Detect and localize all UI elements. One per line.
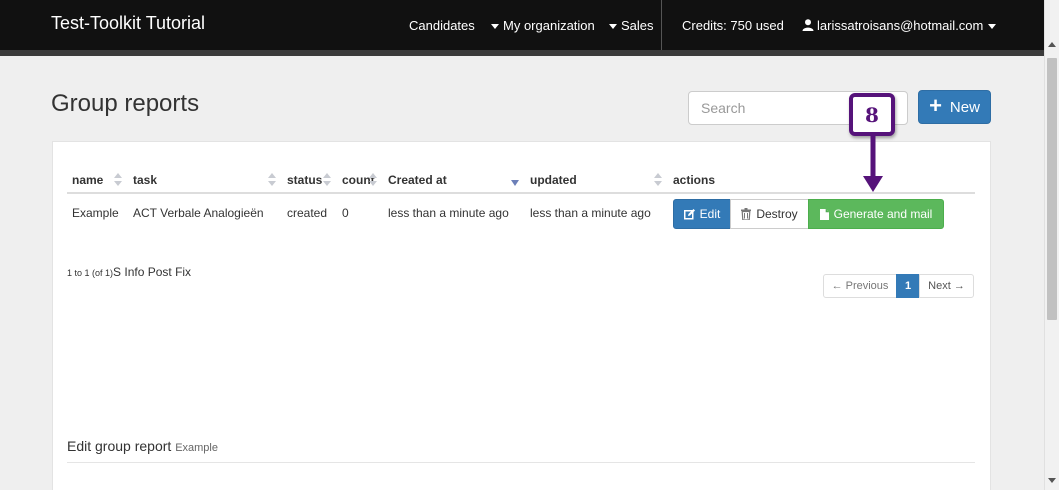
sort-icon[interactable]	[114, 173, 122, 187]
navbar-shadow	[0, 50, 1044, 56]
column-header-task[interactable]: task	[133, 173, 157, 187]
top-navbar: Test-Toolkit Tutorial Candidates My orga…	[0, 0, 1044, 50]
nav-user-email: larissatroisans@hotmail.com	[817, 18, 984, 33]
page-title: Group reports	[51, 90, 200, 117]
column-header-status[interactable]: status	[287, 173, 322, 187]
new-button-label: New	[949, 98, 980, 116]
nav-divider	[661, 0, 662, 50]
sort-icon[interactable]	[369, 173, 377, 187]
column-header-created-at[interactable]: Created at	[388, 173, 447, 187]
caret-down-icon	[609, 24, 617, 30]
edit-button-label: Edit	[699, 207, 721, 221]
edit-heading-label: Edit group report	[67, 438, 172, 454]
user-icon	[802, 19, 814, 31]
cell-task: ACT Verbale Analogieën	[133, 206, 264, 220]
pagination: ← Previous 1 Next →	[823, 274, 974, 298]
edit-heading-subject: Example	[175, 442, 218, 454]
new-button[interactable]: + New	[918, 90, 991, 124]
table-info-suffix: S Info Post Fix	[113, 265, 192, 279]
annotation-arrow-icon	[863, 136, 883, 192]
nav-sales-label: Sales	[621, 18, 654, 33]
brand-link[interactable]: Test-Toolkit Tutorial	[51, 13, 205, 34]
page-scrollbar[interactable]	[1044, 0, 1059, 490]
cell-count: 0	[342, 206, 349, 220]
destroy-button-label: Destroy	[756, 207, 798, 221]
generate-and-mail-button[interactable]: Generate and mail	[808, 199, 944, 229]
nav-my-organization[interactable]: My organization	[491, 18, 595, 33]
cell-status: created	[287, 206, 328, 220]
pagination-previous[interactable]: ← Previous	[823, 274, 897, 298]
column-header-updated[interactable]: updated	[530, 173, 577, 187]
generate-and-mail-label: Generate and mail	[833, 207, 933, 221]
column-header-name[interactable]: name	[72, 173, 103, 187]
table-header-divider	[67, 192, 975, 194]
destroy-button[interactable]: Destroy	[730, 199, 809, 229]
nav-sales[interactable]: Sales	[609, 18, 654, 33]
cell-created-at: less than a minute ago	[388, 206, 509, 220]
nav-user-menu[interactable]: larissatroisans@hotmail.com	[802, 18, 997, 33]
edit-button[interactable]: Edit	[673, 199, 731, 229]
sort-icon[interactable]	[654, 173, 662, 187]
step-annotation-badge: 8	[849, 93, 895, 136]
nav-my-organization-label: My organization	[503, 18, 595, 33]
file-icon	[819, 208, 829, 220]
cell-updated: less than a minute ago	[530, 206, 651, 220]
column-header-actions: actions	[673, 173, 716, 187]
cell-name: Example	[72, 206, 119, 220]
pagination-page-1[interactable]: 1	[896, 274, 920, 298]
scrollbar-thumb[interactable]	[1047, 58, 1057, 320]
scroll-down-icon[interactable]	[1048, 478, 1056, 483]
edit-section-divider	[67, 462, 975, 463]
caret-down-icon	[988, 24, 997, 30]
caret-down-icon	[491, 24, 499, 30]
trash-icon	[741, 208, 752, 220]
nav-candidates[interactable]: Candidates	[409, 18, 475, 33]
pagination-next[interactable]: Next →	[919, 274, 974, 298]
table-info-range: 1 to 1 (of 1)	[67, 268, 114, 278]
edit-icon	[683, 208, 695, 219]
edit-section-heading: Edit group report Example	[67, 438, 218, 454]
table-info: 1 to 1 (of 1)S Info Post Fix	[67, 265, 191, 279]
sort-icon[interactable]	[323, 173, 331, 187]
plus-icon: +	[929, 93, 942, 118]
sort-desc-icon[interactable]	[511, 180, 519, 186]
nav-credits[interactable]: Credits: 750 used	[682, 18, 784, 33]
scroll-up-icon[interactable]	[1048, 42, 1056, 47]
sort-icon[interactable]	[268, 173, 276, 187]
